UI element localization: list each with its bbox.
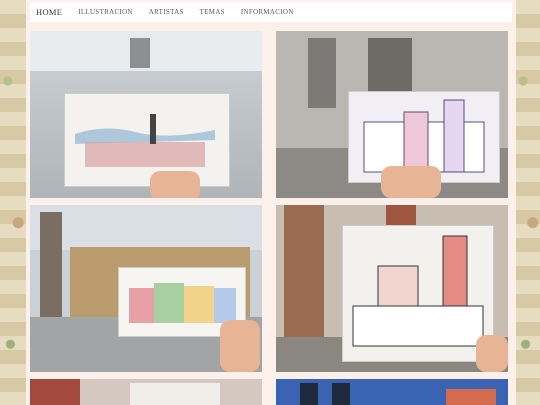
church-tower	[130, 38, 150, 68]
hand	[476, 335, 508, 372]
hand	[150, 171, 200, 198]
column	[40, 212, 62, 332]
church-dome	[300, 383, 318, 405]
photo-red-buildings[interactable]	[30, 379, 262, 405]
photo-snowy-town[interactable]	[30, 31, 262, 198]
red-roof	[446, 389, 496, 405]
sketch-card	[130, 383, 220, 405]
top-navigation: HOME ILLUSTRACION ARTISTAS TEMAS INFORMA…	[30, 2, 512, 22]
red-building	[30, 379, 80, 405]
nav-temas-link[interactable]: TEMAS	[200, 8, 225, 16]
page-container: HOME ILLUSTRACION ARTISTAS TEMAS INFORMA…	[26, 0, 516, 405]
nav-informacion-link[interactable]: INFORMACION	[241, 8, 294, 16]
photo-old-square-column[interactable]	[30, 205, 262, 372]
nav-home-link[interactable]: HOME	[36, 7, 62, 17]
photo-clock-tower-square[interactable]	[276, 205, 508, 372]
sketch-drawing	[75, 114, 215, 167]
stone-arcade	[284, 205, 324, 342]
sketch-drawing	[352, 235, 484, 347]
photo-sky	[30, 205, 262, 250]
photo-bridge-towers[interactable]	[276, 31, 508, 198]
nav-illustracion-link[interactable]: ILLUSTRACION	[78, 8, 133, 16]
right-wallpaper-border	[516, 0, 540, 405]
hand	[381, 166, 441, 198]
sketch-card	[342, 225, 494, 362]
nav-artistas-link[interactable]: ARTISTAS	[149, 8, 184, 16]
left-wallpaper-border	[0, 0, 26, 405]
church-dome	[332, 383, 350, 405]
hand	[220, 320, 260, 372]
sketch-card	[64, 93, 230, 187]
tower	[308, 38, 336, 108]
photo-church-domes[interactable]	[276, 379, 508, 405]
